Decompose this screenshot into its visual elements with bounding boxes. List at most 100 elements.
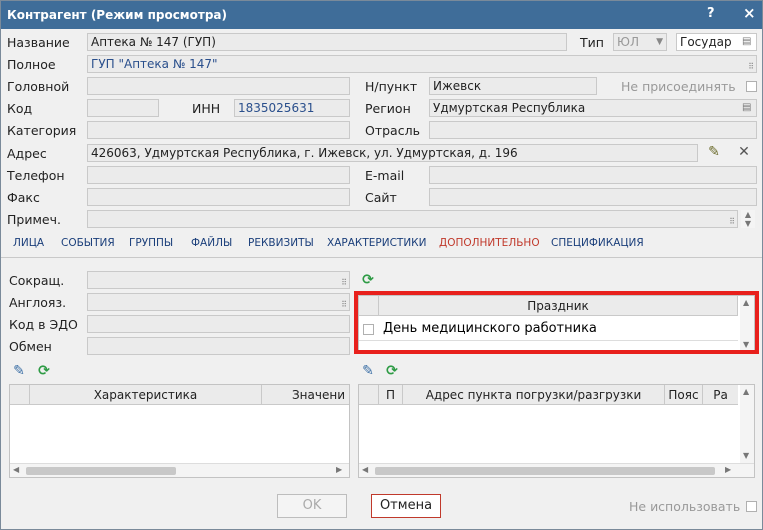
help-button[interactable]: ? — [707, 6, 715, 21]
address-field[interactable]: 426063, Удмуртская Республика, г. Ижевск… — [87, 144, 698, 162]
phone-field[interactable] — [87, 166, 350, 184]
tab-specification[interactable]: СПЕЦИФИКАЦИЯ — [551, 237, 644, 249]
email-field[interactable] — [429, 166, 757, 184]
close-button[interactable]: × — [743, 4, 756, 22]
edo-field[interactable] — [87, 315, 350, 333]
email-label: E-mail — [365, 168, 405, 183]
type-label: Тип — [580, 35, 604, 50]
value-column-header[interactable]: Значени — [262, 385, 349, 405]
scroll-up-icon[interactable]: ▲ — [743, 387, 749, 396]
inn-field[interactable]: 1835025631 — [234, 99, 350, 117]
scroll-right-icon[interactable]: ▶ — [725, 465, 731, 474]
full-name-field[interactable]: ГУП "Аптека № 147" ⠿ — [87, 55, 757, 73]
address-header-text: Адрес пункта погрузки/разгрузки — [425, 388, 642, 402]
type-value: ЮЛ — [617, 35, 639, 49]
characteristics-grid: Характеристика Значени ◀ ▶ — [9, 384, 350, 478]
zone-header-text: Пояс — [668, 388, 699, 402]
exchange-label: Обмен — [9, 339, 52, 354]
exchange-field[interactable] — [87, 337, 350, 355]
ra-column-header[interactable]: Ра — [703, 385, 738, 405]
refresh-icon[interactable]: ⟳ — [35, 362, 53, 380]
tab-files[interactable]: ФАЙЛЫ — [191, 237, 232, 249]
branch-label: Отрасль — [365, 123, 420, 138]
address-value: 426063, Удмуртская Республика, г. Ижевск… — [91, 146, 518, 160]
code-label: Код — [7, 101, 33, 116]
resize-grip-icon: ⠿ — [748, 62, 754, 71]
note-label: Примеч. — [7, 212, 61, 227]
characteristic-column-header[interactable]: Характеристика — [30, 385, 262, 405]
name-field[interactable]: Аптека № 147 (ГУП) — [87, 33, 567, 51]
scroll-right-icon[interactable]: ▶ — [336, 465, 342, 474]
tab-characteristics[interactable]: ХАРАКТЕРИСТИКИ — [327, 237, 427, 249]
gos-value: Государ — [680, 35, 732, 49]
tab-events[interactable]: СОБЫТИЯ — [61, 237, 115, 249]
chevron-down-icon: ▼ — [656, 37, 663, 47]
site-field[interactable] — [429, 188, 757, 206]
scroll-down-icon[interactable]: ▼ — [743, 451, 749, 460]
full-name-label: Полное — [7, 57, 56, 72]
tab-additional[interactable]: ДОПОЛНИТЕЛЬНО — [439, 237, 540, 249]
p-header-text: П — [385, 388, 396, 402]
eng-field[interactable]: ⠿ — [87, 293, 350, 311]
not-use-checkbox[interactable] — [746, 501, 757, 512]
row-selector-header — [10, 385, 30, 405]
highlight-box — [354, 291, 759, 354]
cancel-button[interactable]: Отмена — [371, 494, 441, 518]
address-hscroll[interactable]: ◀ ▶ — [359, 463, 754, 477]
resize-grip-icon: ⠿ — [341, 300, 347, 309]
scroll-left-icon[interactable]: ◀ — [362, 465, 368, 474]
scroll-left-icon[interactable]: ◀ — [13, 465, 19, 474]
head-label: Головной — [7, 79, 70, 94]
short-field[interactable]: ⠿ — [87, 271, 350, 289]
address-vscroll[interactable]: ▲ ▼ — [740, 385, 754, 463]
clear-icon[interactable]: ✕ — [735, 143, 753, 161]
note-scrollbar[interactable]: ▲ ▼ — [741, 210, 755, 228]
note-field[interactable]: ⠿ — [87, 210, 738, 228]
no-join-checkbox[interactable] — [746, 81, 757, 92]
resize-grip-icon: ⠿ — [341, 278, 347, 287]
magic-wand-icon[interactable]: ✎ — [705, 143, 723, 161]
row-selector-header — [359, 385, 379, 405]
edit-icon[interactable]: ✎ — [359, 362, 377, 380]
p-column-header[interactable]: П — [379, 385, 403, 405]
edit-icon[interactable]: ✎ — [10, 362, 28, 380]
value-header-text: Значени — [291, 388, 345, 402]
branch-field[interactable] — [429, 121, 757, 139]
ok-button[interactable]: OK — [277, 494, 347, 518]
scroll-thumb[interactable] — [375, 467, 715, 475]
not-use-label: Не использовать — [629, 499, 741, 514]
dialog-window: Контрагент (Режим просмотра) ? × Названи… — [0, 0, 763, 530]
inn-value: 1835025631 — [238, 101, 315, 115]
refresh-icon[interactable]: ⟳ — [383, 362, 401, 380]
folder-icon[interactable]: ▤ — [742, 102, 754, 113]
inn-label: ИНН — [192, 101, 221, 116]
fax-field[interactable] — [87, 188, 350, 206]
name-value: Аптека № 147 (ГУП) — [91, 35, 216, 49]
fax-label: Факс — [7, 190, 40, 205]
tab-groups[interactable]: ГРУППЫ — [129, 237, 173, 249]
characteristic-header-text: Характеристика — [93, 388, 198, 402]
characteristics-header: Характеристика Значени — [10, 385, 349, 405]
category-field[interactable] — [87, 121, 350, 139]
site-label: Сайт — [365, 190, 397, 205]
scroll-thumb[interactable] — [26, 467, 176, 475]
folder-icon[interactable]: ▤ — [742, 36, 754, 47]
characteristics-hscroll[interactable]: ◀ ▶ — [10, 463, 349, 477]
tab-persons[interactable]: ЛИЦА — [13, 237, 44, 249]
address-column-header[interactable]: Адрес пункта погрузки/разгрузки — [403, 385, 665, 405]
gos-field[interactable]: Государ ▤ — [676, 33, 757, 51]
region-label: Регион — [365, 101, 411, 116]
head-field[interactable] — [87, 77, 350, 95]
npunkt-field[interactable]: Ижевск — [429, 77, 597, 95]
type-select[interactable]: ЮЛ ▼ — [613, 33, 667, 51]
tab-divider — [1, 257, 762, 258]
npunkt-value: Ижевск — [433, 79, 482, 93]
refresh-icon[interactable]: ⟳ — [359, 271, 377, 289]
code-field[interactable] — [87, 99, 159, 117]
tab-requisites[interactable]: РЕКВИЗИТЫ — [248, 237, 314, 249]
short-label: Сокращ. — [9, 273, 65, 288]
region-field[interactable]: Удмуртская Республика ▤ — [429, 99, 757, 117]
category-label: Категория — [7, 123, 77, 138]
address-grid: П Адрес пункта погрузки/разгрузки Пояс Р… — [358, 384, 755, 478]
zone-column-header[interactable]: Пояс — [665, 385, 703, 405]
